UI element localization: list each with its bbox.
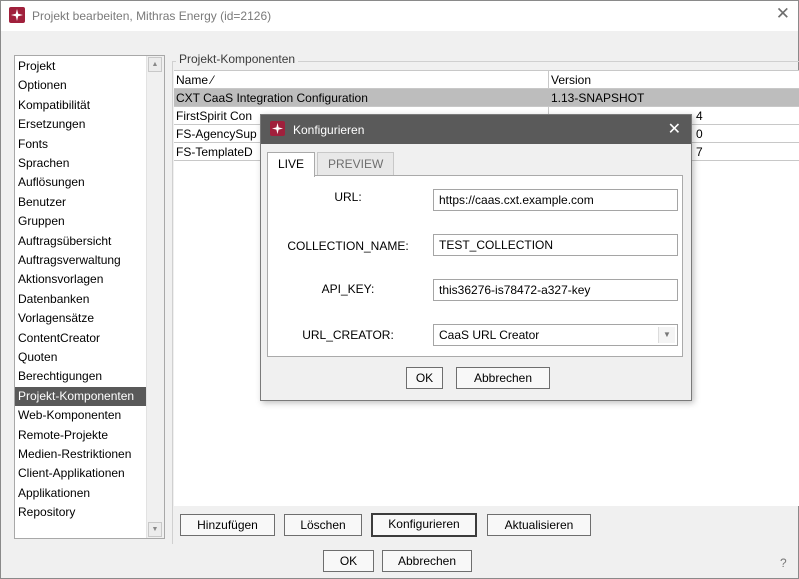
nav-item[interactable]: Remote-Projekte (15, 426, 148, 445)
nav-item[interactable]: Projekt (15, 57, 148, 76)
nav-item[interactable]: Web-Komponenten (15, 406, 148, 425)
nav-item[interactable]: Client-Applikationen (15, 464, 148, 483)
api-key-label: API_KEY: (321, 282, 375, 296)
nav-item[interactable]: Applikationen (15, 484, 148, 503)
dialog-titlebar: Konfigurieren ✕ (261, 115, 691, 144)
nav-item[interactable]: Gruppen (15, 212, 148, 231)
nav-item[interactable]: Auftragsverwaltung (15, 251, 148, 270)
component-version-cell: 1.13-SNAPSHOT (551, 91, 645, 105)
column-header-version[interactable]: Version (549, 71, 799, 89)
nav-item[interactable]: Auflösungen (15, 173, 148, 192)
help-icon[interactable]: ? (780, 556, 794, 570)
nav-item[interactable]: Ersetzungen (15, 115, 148, 134)
tab-live[interactable]: LIVE (267, 152, 316, 177)
dialog-cancel-button[interactable]: Abbrechen (456, 367, 550, 389)
nav-item[interactable]: Fonts (15, 135, 148, 154)
tab-preview[interactable]: PREVIEW (317, 152, 395, 176)
nav-item[interactable]: ContentCreator (15, 329, 148, 348)
configure-dialog: Konfigurieren ✕ LIVE PREVIEW URL: https:… (260, 114, 692, 401)
components-group-title: Projekt-Komponenten (176, 52, 299, 66)
dialog-ok-button[interactable]: OK (406, 367, 443, 389)
project-nav-list: Projekt Optionen Kompatibilität Ersetzungen… (14, 55, 165, 539)
firstspirit-icon (9, 7, 25, 23)
nav-item[interactable]: Aktionsvorlagen (15, 270, 148, 289)
nav-item[interactable]: Repository (15, 503, 148, 522)
url-creator-value: CaaS URL Creator (439, 328, 540, 342)
collection-name-label: COLLECTION_NAME: (287, 239, 409, 253)
firstspirit-icon (270, 121, 285, 136)
nav-item[interactable]: Medien-Restriktionen (15, 445, 148, 464)
window-title: Projekt bearbeiten, Mithras Energy (id=2… (32, 9, 272, 23)
scroll-up-icon[interactable]: ▲ (148, 57, 162, 72)
close-icon[interactable]: ✕ (776, 5, 790, 23)
nav-item[interactable]: Sprachen (15, 154, 148, 173)
nav-item[interactable]: Vorlagensätze (15, 309, 148, 328)
nav-scrollbar[interactable]: ▲ ▼ (146, 56, 164, 538)
api-key-field[interactable]: this36276-is78472-a327-key (433, 279, 678, 301)
nav-item[interactable]: Kompatibilität (15, 96, 148, 115)
add-button[interactable]: Hinzufügen (180, 514, 275, 536)
ok-button[interactable]: OK (323, 550, 374, 572)
nav-item[interactable]: Quoten (15, 348, 148, 367)
nav-item[interactable]: Benutzer (15, 193, 148, 212)
nav-item[interactable]: Auftragsübersicht (15, 232, 148, 251)
nav-item[interactable]: Datenbanken (15, 290, 148, 309)
collection-name-field[interactable]: TEST_COLLECTION (433, 234, 678, 256)
delete-button[interactable]: Löschen (284, 514, 362, 536)
url-creator-label: URL_CREATOR: (302, 328, 394, 342)
scroll-down-icon[interactable]: ▼ (148, 522, 162, 537)
close-icon[interactable]: ✕ (668, 119, 681, 139)
configure-button[interactable]: Konfigurieren (371, 513, 477, 537)
nav-item[interactable]: Berechtigungen (15, 367, 148, 386)
url-creator-select[interactable]: CaaS URL Creator ▼ (433, 324, 678, 346)
chevron-down-icon[interactable]: ▼ (658, 327, 675, 343)
url-field[interactable]: https://caas.cxt.example.com (433, 189, 678, 211)
window-titlebar: Projekt bearbeiten, Mithras Energy (id=2… (1, 1, 798, 31)
url-label: URL: (334, 190, 362, 204)
dialog-title: Konfigurieren (293, 123, 365, 137)
table-row[interactable]: CXT CaaS Integration Configuration 1.13-S… (174, 89, 799, 107)
nav-item[interactable]: Projekt-Komponenten (15, 386, 148, 407)
live-tab-panel: URL: https://caas.cxt.example.com COLLEC… (267, 175, 683, 357)
component-name-cell: CXT CaaS Integration Configuration (176, 91, 368, 105)
refresh-button[interactable]: Aktualisieren (487, 514, 591, 536)
column-header-name[interactable]: Name ⁄ (174, 71, 548, 89)
cancel-button[interactable]: Abbrechen (382, 550, 472, 572)
nav-item[interactable]: Optionen (15, 76, 148, 95)
